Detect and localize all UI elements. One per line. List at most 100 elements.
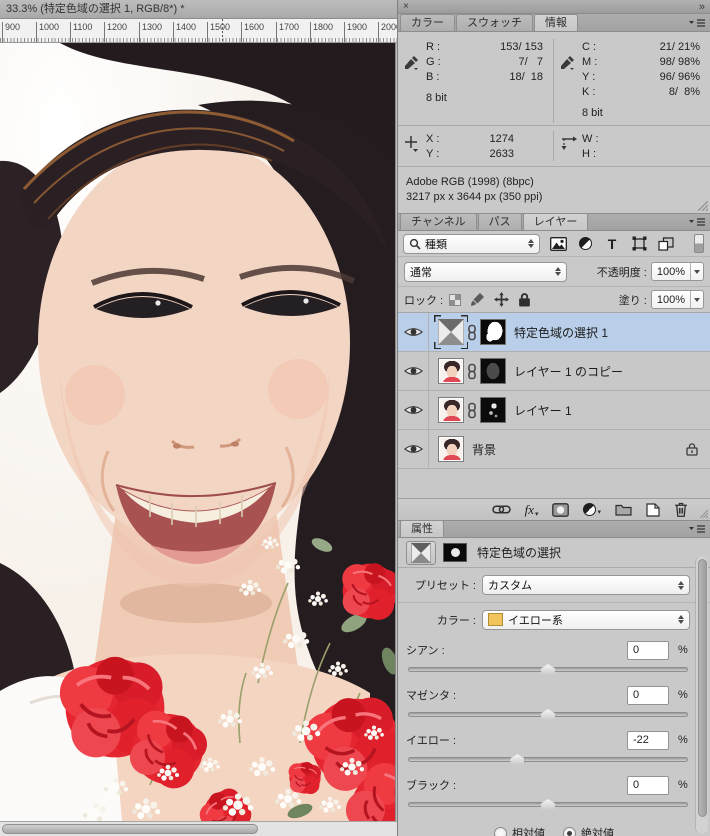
layer-row-layer1[interactable]: レイヤー 1	[398, 391, 710, 430]
magenta-value-field[interactable]: 0	[627, 686, 669, 705]
tab-info[interactable]: 情報	[534, 14, 578, 31]
layer-visibility-toggle[interactable]	[398, 313, 429, 351]
slider-thumb[interactable]	[510, 754, 524, 765]
close-icon[interactable]: ×	[403, 1, 409, 12]
document-title: 33.3% (特定色域の選択 1, RGB/8*) *	[0, 0, 397, 19]
radio-icon[interactable]	[494, 827, 507, 836]
tab-swatches[interactable]: スウォッチ	[456, 14, 533, 31]
filter-type-layers-icon[interactable]: T	[603, 237, 621, 251]
fill-combo[interactable]: 100%	[651, 290, 704, 309]
horizontal-ruler[interactable]: 900 1000 1100 1200 1300 1400 1500 1600 1…	[0, 19, 397, 43]
layer-name[interactable]: 背景	[472, 441, 496, 458]
resize-grip-icon[interactable]	[698, 201, 708, 211]
new-layer-icon[interactable]	[646, 503, 660, 517]
layer-style-icon[interactable]: fx▾	[525, 502, 539, 518]
blend-mode-dropdown[interactable]: 通常	[404, 262, 567, 282]
yellow-slider[interactable]	[408, 757, 688, 762]
dropdown-stepper-icon	[550, 267, 561, 276]
adjustment-layer-thumbnail[interactable]	[438, 319, 464, 345]
layer-name[interactable]: 特定色域の選択 1	[514, 324, 608, 341]
layer-mask-thumbnail[interactable]	[480, 358, 506, 384]
layer-thumbnail[interactable]	[438, 436, 464, 462]
mask-link-icon[interactable]	[467, 402, 477, 419]
lock-label: ロック :	[404, 292, 443, 308]
slider-thumb[interactable]	[541, 709, 555, 720]
relative-radio[interactable]: 相対値	[494, 825, 545, 836]
layer-visibility-toggle[interactable]	[398, 352, 429, 390]
new-group-icon[interactable]	[615, 503, 632, 516]
layers-bottom-bar: fx▾ ▾	[398, 499, 710, 520]
tab-properties[interactable]: 属性	[400, 520, 444, 537]
panel-menu-icon[interactable]	[688, 18, 706, 28]
cmyk-bit-depth: 8 bit	[582, 107, 700, 119]
dropdown-arrow-icon[interactable]	[690, 291, 703, 308]
color-dropdown[interactable]: イエロー系	[482, 610, 690, 630]
search-icon	[409, 238, 421, 250]
panel-menu-icon[interactable]	[688, 217, 706, 227]
layer-visibility-toggle[interactable]	[398, 391, 429, 429]
yellow-value-field[interactable]: -22	[627, 731, 669, 750]
lock-transparency-icon[interactable]	[449, 294, 461, 306]
resize-grip-icon[interactable]	[700, 510, 708, 518]
black-value-field[interactable]: 0	[627, 776, 669, 795]
horizontal-scrollbar-thumb[interactable]	[2, 824, 258, 834]
properties-scrollbar-thumb[interactable]	[698, 559, 707, 817]
tab-channels[interactable]: チャンネル	[400, 213, 477, 230]
radio-selected-icon[interactable]	[563, 827, 576, 836]
tab-layers[interactable]: レイヤー	[523, 213, 589, 230]
horizontal-scrollbar[interactable]	[0, 821, 397, 836]
mask-properties-icon[interactable]	[443, 543, 467, 562]
add-layer-mask-icon[interactable]	[552, 503, 569, 517]
eyedropper-icon[interactable]	[560, 55, 575, 70]
layer-thumbnail[interactable]	[438, 358, 464, 384]
b-value: 18/ 18	[509, 71, 543, 83]
link-layers-icon[interactable]	[492, 505, 511, 514]
preset-dropdown[interactable]: カスタム	[482, 575, 690, 595]
cyan-value-field[interactable]: 0	[627, 641, 669, 660]
magenta-slider[interactable]	[408, 712, 688, 717]
filter-shape-layers-icon[interactable]	[630, 236, 648, 251]
layer-mask-thumbnail[interactable]	[480, 319, 506, 345]
layer-visibility-toggle[interactable]	[398, 430, 429, 468]
dropdown-arrow-icon[interactable]	[690, 263, 703, 280]
layer-row-copy[interactable]: レイヤー 1 のコピー	[398, 352, 710, 391]
layer-filter-kind-dropdown[interactable]: 種類	[403, 234, 540, 254]
eyedropper-icon[interactable]	[404, 55, 419, 70]
tab-color[interactable]: カラー	[400, 14, 455, 31]
fill-value[interactable]: 100%	[652, 294, 690, 306]
slider-thumb[interactable]	[541, 799, 555, 810]
absolute-radio[interactable]: 絶対値	[563, 825, 614, 836]
opacity-combo[interactable]: 100%	[651, 262, 704, 281]
mask-link-icon[interactable]	[467, 363, 477, 380]
selective-color-adjustment-icon[interactable]	[406, 541, 436, 565]
layer-row-background[interactable]: 背景	[398, 430, 710, 469]
selection-size: W : H :	[554, 131, 710, 161]
lock-all-icon[interactable]	[518, 292, 531, 307]
mask-link-icon[interactable]	[467, 324, 477, 341]
crosshair-icon[interactable]	[404, 135, 419, 152]
filter-adjustment-layers-icon[interactable]	[576, 237, 594, 250]
yellow-label: イエロー :	[406, 732, 456, 748]
layer-mask-thumbnail[interactable]	[480, 397, 506, 423]
slider-thumb[interactable]	[541, 664, 555, 675]
opacity-value[interactable]: 100%	[652, 266, 690, 278]
properties-scrollbar[interactable]	[695, 556, 708, 834]
layer-row-selective-color[interactable]: 特定色域の選択 1	[398, 313, 710, 352]
image-canvas[interactable]	[0, 43, 396, 821]
filter-smart-objects-icon[interactable]	[657, 237, 675, 251]
panel-menu-icon[interactable]	[688, 524, 706, 534]
new-adjustment-layer-icon[interactable]: ▾	[583, 503, 601, 516]
cyan-slider[interactable]	[408, 667, 688, 672]
collapse-panel-icon[interactable]: »	[699, 1, 705, 13]
layer-name[interactable]: レイヤー 1 のコピー	[514, 363, 623, 380]
tab-paths[interactable]: パス	[478, 213, 522, 230]
lock-position-icon[interactable]	[494, 292, 509, 307]
delete-layer-icon[interactable]	[674, 502, 688, 517]
layer-filtering-toggle[interactable]	[694, 234, 704, 253]
layer-name[interactable]: レイヤー 1	[514, 402, 572, 419]
lock-paint-icon[interactable]	[470, 292, 485, 307]
filter-pixel-layers-icon[interactable]	[549, 237, 567, 251]
fill-label: 塗り :	[619, 292, 647, 308]
black-slider[interactable]	[408, 802, 688, 807]
layer-thumbnail[interactable]	[438, 397, 464, 423]
